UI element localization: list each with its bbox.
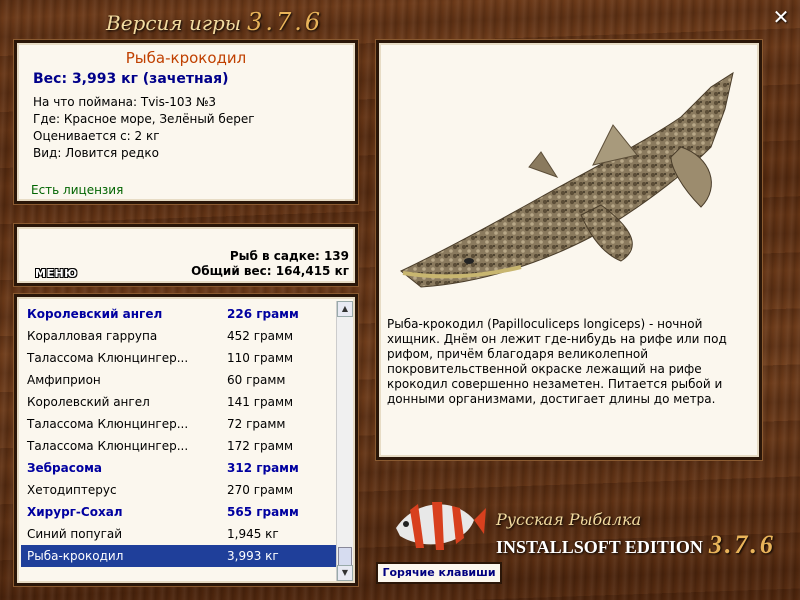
list-item-weight: 312 грамм xyxy=(227,461,299,475)
list-item-weight: 452 грамм xyxy=(227,329,294,343)
logo-edition: INSTALLSOFT EDITION xyxy=(496,537,703,557)
list-item-name: Хетодиптерус xyxy=(27,483,117,497)
list-item-weight: 270 грамм xyxy=(227,483,294,497)
list-scrollbar[interactable]: ▲ ▼ xyxy=(336,301,353,581)
list-item-weight: 60 грамм xyxy=(227,373,286,387)
list-item-weight: 110 грамм xyxy=(227,351,294,365)
scroll-up-icon[interactable]: ▲ xyxy=(337,301,353,317)
caught-with: На что поймана: Tvis-103 №3 xyxy=(33,95,217,109)
catch-location: Где: Красное море, Зелёный берег xyxy=(33,112,255,126)
fish-count: Рыб в садке: 139 xyxy=(229,249,349,263)
total-weight: Общий вес: 164,415 кг xyxy=(191,264,349,278)
keepnet-stats-panel: МЕНЮ Рыб в садке: 139 Общий вес: 164,415… xyxy=(14,224,358,286)
list-item[interactable]: Синий попугай 1,945 кг xyxy=(21,523,339,545)
list-item[interactable]: Зебрасома 312 грамм xyxy=(21,457,339,479)
logo-line2: INSTALLSOFT EDITION 3.7.6 xyxy=(496,530,776,560)
close-icon[interactable]: ✕ xyxy=(770,6,792,28)
list-item-weight: 141 грамм xyxy=(227,395,294,409)
list-item-name: Амфиприон xyxy=(27,373,101,387)
list-item[interactable]: Амфиприон 60 грамм xyxy=(21,369,339,391)
scroll-down-icon[interactable]: ▼ xyxy=(337,565,353,581)
list-item[interactable]: Талассома Клюнцингер... 172 грамм xyxy=(21,435,339,457)
list-item-weight: 1,945 кг xyxy=(227,527,279,541)
list-item[interactable]: Королевский ангел 226 грамм xyxy=(21,303,339,325)
list-item-name: Талассома Клюнцингер... xyxy=(27,439,189,453)
fish-weight: Вес: 3,993 кг (зачетная) xyxy=(33,71,229,87)
window-title-text: Версия игры xyxy=(106,11,242,35)
list-item-name: Рыба-крокодил xyxy=(27,549,124,563)
fish-description: Рыба-крокодил (Papilloculiceps longiceps… xyxy=(387,317,727,406)
list-item-name: Талассома Клюнцингер... xyxy=(27,417,189,431)
window-title: Версия игры 3.7.6 xyxy=(106,8,323,36)
catch-list: Королевский ангел 226 грамм Коралловая гар… xyxy=(21,303,339,567)
license-status: Есть лицензия xyxy=(31,183,124,197)
fish-kind: Вид: Ловится редко xyxy=(33,146,159,160)
list-item-name: Синий попугай xyxy=(27,527,123,541)
fish-info-panel: Рыба-крокодил Вес: 3,993 кг (зачетная) Н… xyxy=(14,40,358,204)
list-item-weight: 226 грамм xyxy=(227,307,299,321)
menu-button[interactable]: МЕНЮ xyxy=(35,267,78,280)
list-item[interactable]: Хетодиптерус 270 грамм xyxy=(21,479,339,501)
fish-name: Рыба-крокодил xyxy=(125,49,247,67)
window-title-version: 3.7.6 xyxy=(247,8,324,36)
list-item-weight: 172 грамм xyxy=(227,439,294,453)
list-item[interactable]: Талассома Клюнцингер... 72 грамм xyxy=(21,413,339,435)
list-item-name: Коралловая гаррупа xyxy=(27,329,158,343)
fish-picture-panel: Рыба-крокодил (Papilloculiceps longiceps… xyxy=(376,40,762,460)
list-item[interactable]: Рыба-крокодил 3,993 кг xyxy=(21,545,339,567)
clownfish-logo-icon xyxy=(396,502,486,550)
list-item[interactable]: Талассома Клюнцингер... 110 грамм xyxy=(21,347,339,369)
list-item-name: Хирург-Сохал xyxy=(27,505,123,519)
list-item-weight: 565 грамм xyxy=(227,505,299,519)
list-item[interactable]: Королевский ангел 141 грамм xyxy=(21,391,339,413)
list-item[interactable]: Хирург-Сохал 565 грамм xyxy=(21,501,339,523)
list-item-name: Королевский ангел xyxy=(27,307,163,321)
crocodile-fish-image xyxy=(400,71,734,288)
list-item[interactable]: Коралловая гаррупа 452 грамм xyxy=(21,325,339,347)
logo-version: 3.7.6 xyxy=(708,530,776,559)
catch-list-panel: Королевский ангел 226 грамм Коралловая гар… xyxy=(14,294,358,586)
list-item-name: Королевский ангел xyxy=(27,395,150,409)
list-item-name: Зебрасома xyxy=(27,461,102,475)
hotkeys-button[interactable]: Горячие клавиши xyxy=(376,562,502,584)
list-item-weight: 3,993 кг xyxy=(227,549,279,563)
rated-from: Оценивается с: 2 кг xyxy=(33,129,160,143)
logo-line1: Русская Рыбалка xyxy=(496,510,642,529)
list-item-name: Талассома Клюнцингер... xyxy=(27,351,189,365)
list-item-weight: 72 грамм xyxy=(227,417,286,431)
